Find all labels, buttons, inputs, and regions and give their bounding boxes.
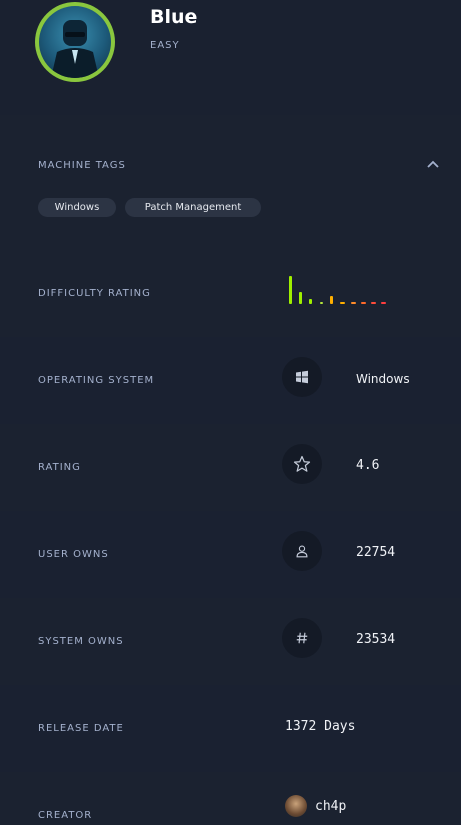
creator-label: CREATOR — [38, 810, 93, 821]
difficulty-chart — [289, 270, 389, 304]
user-owns-label: USER OWNS — [38, 549, 109, 560]
difficulty-bar — [309, 299, 312, 304]
creator-section: CREATOR — [0, 772, 461, 825]
system-owns-label: SYSTEM OWNS — [38, 636, 124, 647]
chevron-up-icon[interactable] — [426, 159, 440, 169]
difficulty-bar — [289, 276, 292, 304]
os-value: Windows — [356, 372, 410, 386]
creator-name-link[interactable]: ch4p — [315, 799, 346, 814]
rating-section: RATING — [0, 424, 461, 511]
difficulty-bar — [361, 302, 366, 304]
release-section: RELEASE DATE — [0, 685, 461, 772]
difficulty-bar — [299, 292, 302, 304]
difficulty-bar — [320, 302, 323, 304]
star-icon — [282, 444, 322, 484]
release-value: 1372 Days — [285, 719, 356, 734]
user-icon — [282, 531, 322, 571]
machine-name: Blue — [150, 6, 198, 28]
system-owns-value: 23534 — [356, 632, 396, 647]
difficulty-bar — [381, 302, 386, 304]
release-label: RELEASE DATE — [38, 723, 124, 734]
os-label: OPERATING SYSTEM — [38, 375, 155, 386]
difficulty-section: DIFFICULTY RATING — [0, 250, 461, 337]
hash-icon — [282, 618, 322, 658]
difficulty-badge: EASY — [150, 40, 180, 51]
difficulty-bar — [351, 302, 356, 304]
machine-avatar — [35, 2, 115, 82]
tag-patch-management[interactable]: Patch Management — [125, 198, 261, 217]
difficulty-bar — [371, 302, 376, 304]
difficulty-bar — [340, 302, 345, 304]
creator-avatar[interactable] — [285, 795, 307, 817]
difficulty-bar — [330, 296, 333, 304]
tags-label: MACHINE TAGS — [38, 160, 126, 171]
user-owns-value: 22754 — [356, 545, 396, 560]
machine-header: Blue EASY — [0, 0, 461, 115]
rating-label: RATING — [38, 462, 81, 473]
tag-windows[interactable]: Windows — [38, 198, 116, 217]
windows-icon — [282, 357, 322, 397]
difficulty-label: DIFFICULTY RATING — [38, 288, 151, 299]
rating-value: 4.6 — [356, 458, 380, 473]
